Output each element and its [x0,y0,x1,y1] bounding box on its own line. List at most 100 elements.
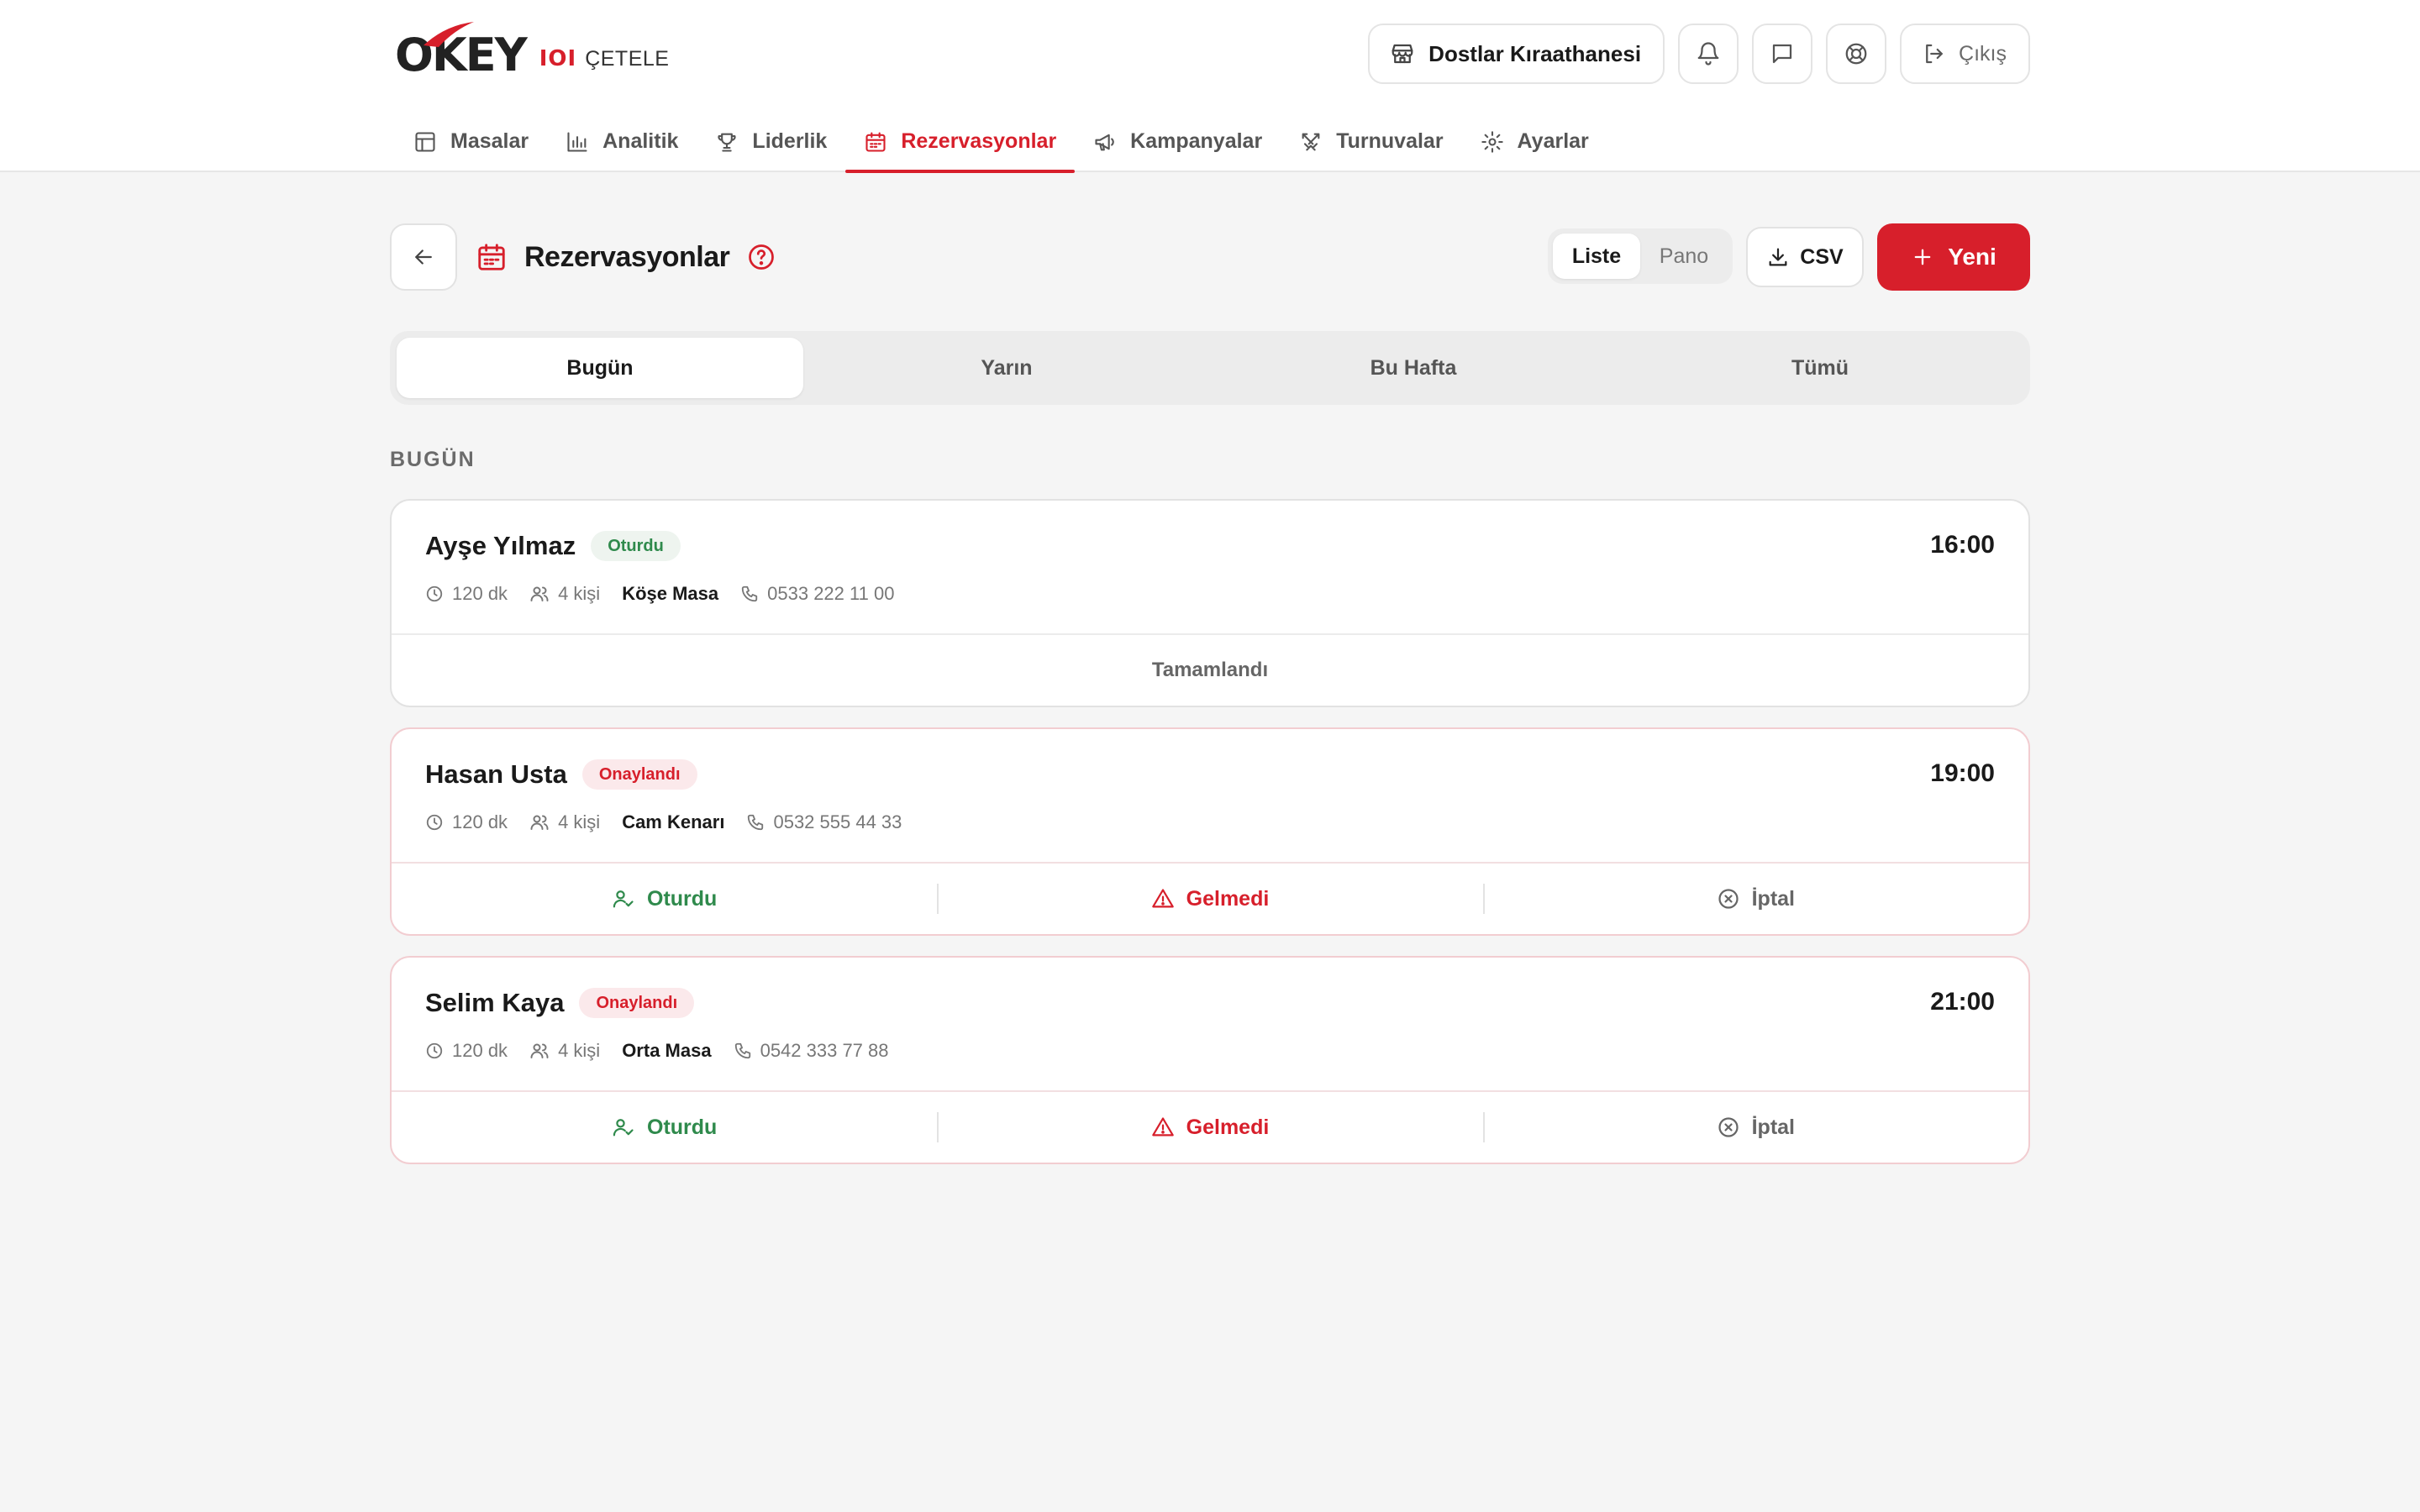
gear-icon [1481,130,1503,153]
x-circle-icon [1718,889,1739,909]
nav-item-ayarlar[interactable]: Ayarlar [1462,111,1607,172]
cancel-reservation-button[interactable]: İptal [1482,864,2028,934]
nav-label: Analitik [602,129,679,153]
duration-text: 120 dk [452,583,508,604]
view-toggle: Liste Pano [1548,228,1733,284]
reservation-card: Ayşe Yılmaz Oturdu 16:00 120 dk 4 kişi K… [390,499,2030,707]
logout-button[interactable]: Çıkış [1900,24,2030,84]
nav-item-analitik[interactable]: Analitik [547,111,697,172]
nav-item-kampanyalar[interactable]: Kampanyalar [1075,111,1281,172]
main-nav: Masalar Analitik Liderlik Rezervasyonlar… [395,111,1607,173]
name-row: Selim Kaya Onaylandı [425,988,695,1018]
view-option-pano[interactable]: Pano [1640,234,1728,279]
cancel-label: İptal [1751,886,1796,911]
duration-text: 120 dk [452,811,508,832]
users-icon [530,815,549,830]
trophy-icon [718,133,736,152]
reservation-card: Selim Kaya Onaylandı 21:00 120 dk 4 kişi… [390,956,2030,1164]
tab-bugun[interactable]: Bugün [397,338,803,398]
nav-item-rezervasyonlar[interactable]: Rezervasyonlar [845,111,1075,173]
csv-export-button[interactable]: CSV [1746,227,1864,287]
seat-label: Oturdu [647,886,718,911]
brand-logo[interactable]: OKEY IOI ÇETELE [395,21,670,84]
meta-row: 120 dk 4 kişi Cam Kenarı 0532 555 44 33 [425,811,923,833]
tab-tumu[interactable]: Tümü [1617,338,2023,398]
phone: 0542 333 77 88 [734,1040,889,1062]
view-option-liste[interactable]: Liste [1553,234,1640,279]
cancel-label: İptal [1751,1115,1796,1139]
date-filter-tabs: Bugün Yarın Bu Hafta Tümü [390,331,2030,405]
duration: 120 dk [425,583,508,605]
meta-row: 120 dk 4 kişi Orta Masa 0542 333 77 88 [425,1040,911,1062]
reservation-time: 16:00 [1930,531,1995,559]
shop-selector-button[interactable]: Dostlar Kıraathanesi [1368,24,1665,84]
phone-icon [734,1042,750,1059]
status-badge: Oturdu [591,531,681,561]
header-actions: Dostlar Kıraathanesi Çıkış [1368,24,2030,84]
logo-wordmark: OKEY [395,21,528,81]
no-show-label: Gelmedi [1186,1115,1270,1139]
reservation-details[interactable]: Ayşe Yılmaz Oturdu 16:00 120 dk 4 kişi K… [392,501,2028,635]
name-row: Hasan Usta Onaylandı [425,759,697,790]
nav-label: Kampanyalar [1130,129,1263,153]
messages-button[interactable] [1752,24,1813,84]
notifications-button[interactable] [1678,24,1739,84]
bell-icon [1697,42,1719,66]
top-header: OKEY IOI ÇETELE Dostlar Kıraathanesi Çık… [0,0,2420,173]
clock-icon [426,585,443,602]
reservation-time: 21:00 [1930,988,1995,1016]
tab-bu-hafta[interactable]: Bu Hafta [1210,338,1617,398]
table-name: Orta Masa [622,1040,712,1061]
cancel-reservation-button[interactable]: İptal [1482,1092,2028,1163]
card-actions: Oturdu Gelmedi İptal [392,864,2028,934]
status-badge: Onaylandı [581,759,697,790]
logo-subtitle: ÇETELE [585,46,670,71]
support-button[interactable] [1826,24,1887,84]
no-show-label: Gelmedi [1186,886,1270,911]
nav-label: Liderlik [752,129,828,153]
phone: 0532 555 44 33 [746,811,902,833]
logout-label: Çıkış [1959,41,2007,66]
mark-no-show-button[interactable]: Gelmedi [937,1092,1482,1163]
party-size-text: 4 kişi [558,811,601,832]
nav-item-turnuvalar[interactable]: Turnuvalar [1281,111,1461,172]
new-label: Yeni [1948,244,1996,270]
party-size-text: 4 kişi [558,1040,601,1061]
mark-seated-button[interactable]: Oturdu [392,1092,937,1163]
name-row: Ayşe Yılmaz Oturdu [425,531,681,561]
mark-no-show-button[interactable]: Gelmedi [937,864,1482,934]
card-actions: Oturdu Gelmedi İptal [392,1092,2028,1163]
clock-icon [426,1042,443,1059]
arrow-left-icon [415,249,432,265]
users-icon [530,586,549,601]
nav-item-masalar[interactable]: Masalar [395,111,547,172]
mark-seated-button[interactable]: Oturdu [392,864,937,934]
nav-item-liderlik[interactable]: Liderlik [697,111,845,172]
guest-name: Ayşe Yılmaz [425,531,576,560]
table-name: Cam Kenarı [622,811,725,832]
bar-chart-icon [567,131,587,152]
back-button[interactable] [390,223,457,291]
reservation-details[interactable]: Selim Kaya Onaylandı 21:00 120 dk 4 kişi… [392,958,2028,1092]
seat-label: Oturdu [647,1115,718,1139]
table-name: Köşe Masa [622,583,719,604]
help-icon[interactable] [746,242,776,272]
card-footer: Tamamlandı [392,635,2028,706]
nav-label: Turnuvalar [1336,129,1444,153]
duration: 120 dk [425,1040,508,1062]
users-icon [530,1043,549,1058]
new-reservation-button[interactable]: Yeni [1877,223,2030,291]
csv-label: CSV [1800,244,1844,269]
reservation-details[interactable]: Hasan Usta Onaylandı 19:00 120 dk 4 kişi… [392,729,2028,864]
swords-icon [1302,133,1320,150]
reservation-card: Hasan Usta Onaylandı 19:00 120 dk 4 kişi… [390,727,2030,936]
download-icon [1769,248,1787,266]
page-title-group: Rezervasyonlar [476,235,776,279]
logout-icon [1926,44,1943,64]
x-circle-icon [1718,1117,1739,1137]
completed-label: Tamamlandı [1151,659,1269,681]
megaphone-icon [1095,134,1114,150]
tab-yarin[interactable]: Yarın [803,338,1210,398]
guest-name: Hasan Usta [425,759,567,789]
store-icon [1392,44,1413,64]
